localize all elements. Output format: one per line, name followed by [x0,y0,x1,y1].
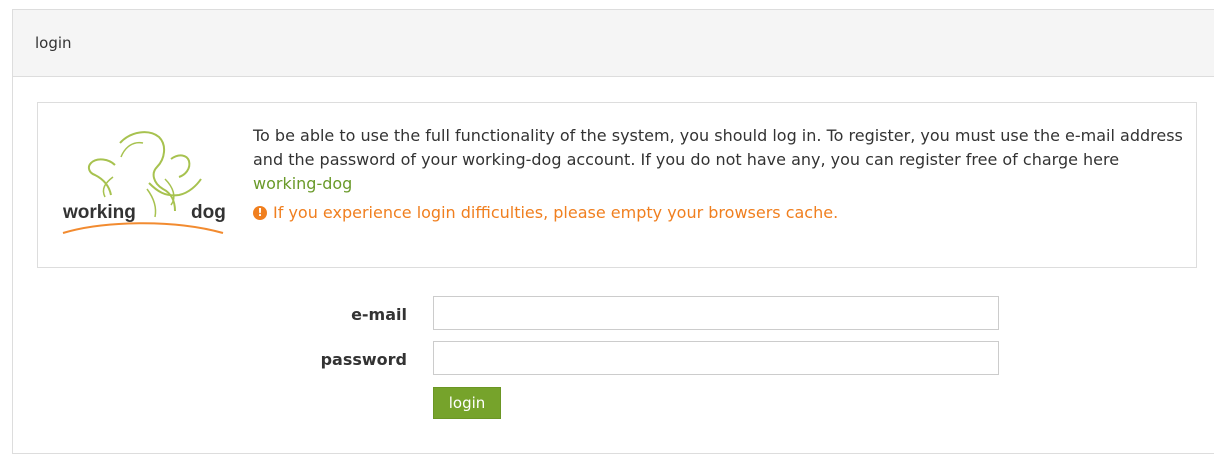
email-input[interactable] [433,296,999,330]
working-dog-logo: working dog [62,131,226,234]
cache-warning-text: If you experience login difficulties, pl… [273,203,839,222]
login-button[interactable]: login [433,387,501,419]
logo-text-working: working [62,202,136,223]
password-input[interactable] [433,341,999,375]
register-link[interactable]: working-dog [253,174,352,193]
password-row: password [13,341,1214,377]
login-info-text: To be able to use the full functionality… [253,124,1183,224]
login-panel: login working dog To be able to use the … [12,9,1214,454]
panel-heading: login [13,10,1214,77]
exclamation-circle-icon: ! [253,206,267,220]
email-row: e-mail [13,296,1214,332]
cache-warning: ! If you experience login difficulties, … [253,202,1183,224]
login-info-message: To be able to use the full functionality… [253,126,1183,169]
password-label: password [320,350,407,369]
panel-title: login [35,34,72,52]
email-label: e-mail [351,305,407,324]
logo-text-dog: dog [191,202,226,223]
info-box: working dog To be able to use the full f… [37,102,1197,268]
